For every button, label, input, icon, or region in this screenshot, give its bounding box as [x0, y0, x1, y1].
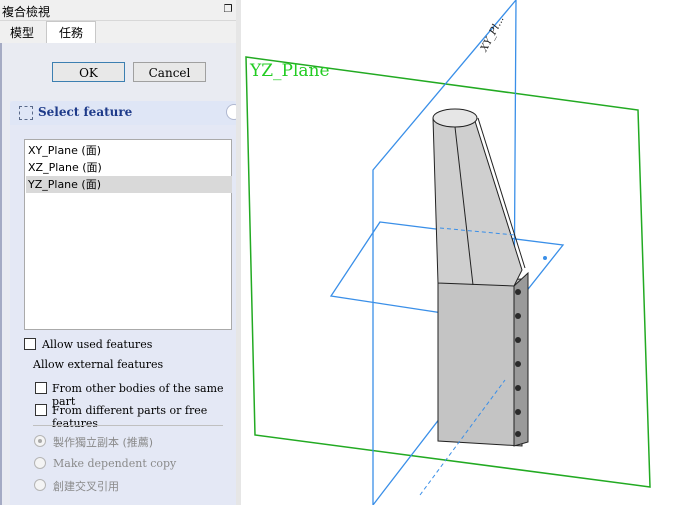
from-other-bodies-checkbox[interactable] — [35, 382, 47, 394]
panel-titlebar: 複合檢視 ❐ — [0, 0, 236, 21]
feature-list[interactable]: XY_Plane (面) XZ_Plane (面) YZ_Plane (面) — [24, 139, 232, 330]
from-different-parts-checkbox[interactable] — [35, 404, 47, 416]
separator — [33, 425, 223, 426]
from-different-parts-label: From different parts or free features — [52, 404, 208, 430]
hole-icon — [515, 385, 521, 391]
body-front-face — [437, 278, 523, 447]
nozzle-face — [432, 117, 523, 287]
allow-used-label: Allow used features — [42, 338, 153, 351]
combo-view-panel: 複合檢視 ❐ 模型 任務 OK Cancel Select feature XY… — [0, 0, 242, 505]
hole-icon — [515, 361, 521, 367]
allow-external-label: Allow external features — [33, 358, 164, 371]
cancel-button[interactable]: Cancel — [133, 62, 206, 82]
dependent-copy-radio[interactable] — [34, 457, 46, 469]
cross-reference-label: 創建交叉引用 — [53, 480, 119, 493]
marker-dot — [543, 256, 547, 260]
body-side-face — [513, 271, 529, 447]
nozzle-opening — [432, 108, 478, 128]
cross-reference-radio[interactable] — [34, 479, 46, 491]
hole-icon — [515, 313, 521, 319]
dependent-copy-label: Make dependent copy — [53, 457, 177, 470]
hole-icon — [515, 431, 521, 437]
tab-bar: 模型 任務 — [0, 21, 236, 44]
allow-used-checkbox[interactable] — [24, 338, 36, 350]
panel-title: 複合檢視 — [2, 5, 51, 19]
list-item[interactable]: XY_Plane (面) — [28, 142, 101, 159]
independent-copy-label: 製作獨立副本 (推薦) — [53, 436, 154, 449]
select-feature-title: Select feature — [38, 105, 133, 119]
xy-plane-label: XY_Pl... — [478, 15, 506, 55]
tab-model[interactable]: 模型 — [2, 23, 42, 43]
list-item-selected[interactable]: YZ_Plane (面) — [26, 176, 232, 193]
restore-icon[interactable]: ❐ — [222, 4, 234, 16]
independent-copy-radio[interactable] — [34, 435, 46, 447]
select-feature-header: Select feature — [10, 101, 242, 125]
select-feature-icon — [19, 106, 33, 120]
hole-icon — [515, 409, 521, 415]
hole-icon — [515, 337, 521, 343]
list-item[interactable]: XZ_Plane (面) — [28, 159, 102, 176]
hole-icon — [515, 289, 521, 295]
ok-button[interactable]: OK — [52, 62, 125, 82]
tab-tasks[interactable]: 任務 — [46, 21, 96, 44]
yz-plane-label: YZ_Plane — [250, 61, 330, 81]
